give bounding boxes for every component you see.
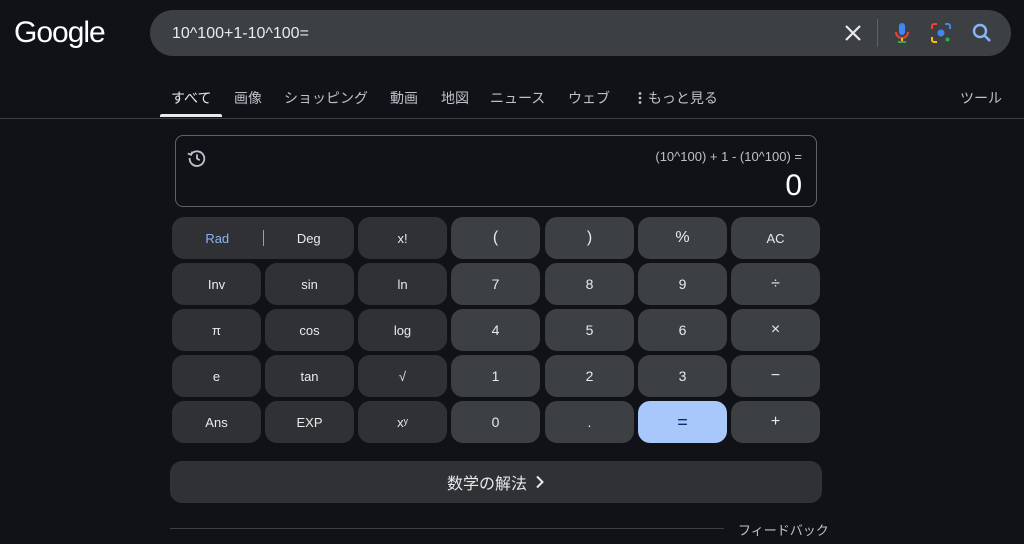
e-button[interactable]: e — [172, 355, 261, 397]
tab-more[interactable]: もっと見る — [636, 88, 718, 108]
more-vert-icon — [638, 92, 642, 104]
math-solver-label: 数学の解法 — [446, 476, 527, 493]
search-icon[interactable] — [970, 21, 994, 45]
tab-images[interactable]: 画像 — [234, 88, 262, 108]
search-input[interactable] — [170, 10, 814, 58]
decimal-button[interactable]: . — [545, 401, 634, 443]
clear-all-button[interactable]: AC — [731, 217, 820, 259]
microphone-icon[interactable] — [890, 21, 914, 45]
calculator-expression: (10^100) + 1 - (10^100) = — [655, 149, 802, 164]
digit-2-button[interactable]: 2 — [545, 355, 634, 397]
tab-more-label: もっと見る — [647, 90, 718, 106]
power-button[interactable]: xʸ — [358, 401, 447, 443]
cos-button[interactable]: cos — [265, 309, 354, 351]
ln-button[interactable]: ln — [358, 263, 447, 305]
tab-all[interactable]: すべて — [171, 88, 211, 108]
subtract-button[interactable]: − — [731, 355, 820, 397]
search-divider — [877, 19, 878, 47]
angle-mode-toggle[interactable]: Rad Deg — [172, 217, 354, 259]
digit-0-button[interactable]: 0 — [451, 401, 540, 443]
search-box[interactable] — [150, 10, 1011, 58]
calculator-result: 0 — [785, 169, 802, 202]
tools-button[interactable]: ツール — [960, 88, 1002, 108]
rad-button[interactable]: Rad — [172, 231, 263, 246]
math-solver-button[interactable]: 数学の解法 — [170, 461, 822, 503]
divide-button[interactable]: ÷ — [731, 263, 820, 305]
tab-videos[interactable]: 動画 — [390, 88, 418, 108]
log-button[interactable]: log — [358, 309, 447, 351]
active-tab-indicator — [160, 114, 222, 117]
feedback-divider — [170, 528, 724, 529]
digit-9-button[interactable]: 9 — [638, 263, 727, 305]
tab-web[interactable]: ウェブ — [568, 88, 610, 108]
history-icon[interactable] — [186, 147, 208, 169]
digit-3-button[interactable]: 3 — [638, 355, 727, 397]
tan-button[interactable]: tan — [265, 355, 354, 397]
tab-maps[interactable]: 地図 — [441, 88, 469, 108]
sin-button[interactable]: sin — [265, 263, 354, 305]
tab-shopping[interactable]: ショッピング — [284, 88, 368, 108]
equals-button[interactable]: = — [638, 401, 727, 443]
chevron-right-icon — [536, 475, 544, 489]
inverse-button[interactable]: Inv — [172, 263, 261, 305]
feedback-link[interactable]: フィードバック — [738, 520, 829, 539]
deg-button[interactable]: Deg — [264, 231, 355, 246]
digit-8-button[interactable]: 8 — [545, 263, 634, 305]
google-logo[interactable]: Google — [14, 16, 106, 50]
search-tabs: すべて 画像 ショッピング 動画 地図 ニュース ウェブ もっと見る ツール — [0, 78, 1024, 119]
digit-1-button[interactable]: 1 — [451, 355, 540, 397]
digit-5-button[interactable]: 5 — [545, 309, 634, 351]
digit-4-button[interactable]: 4 — [451, 309, 540, 351]
add-button[interactable]: + — [731, 401, 820, 443]
digit-7-button[interactable]: 7 — [451, 263, 540, 305]
answer-button[interactable]: Ans — [172, 401, 261, 443]
percent-button[interactable]: % — [638, 217, 727, 259]
exp-button[interactable]: EXP — [265, 401, 354, 443]
sqrt-button[interactable]: √ — [358, 355, 447, 397]
pi-button[interactable]: π — [172, 309, 261, 351]
left-paren-button[interactable]: ( — [451, 217, 540, 259]
multiply-button[interactable]: × — [731, 309, 820, 351]
lens-icon[interactable] — [929, 21, 953, 45]
factorial-button[interactable]: x! — [358, 217, 447, 259]
calculator-display: (10^100) + 1 - (10^100) = 0 — [175, 135, 817, 207]
digit-6-button[interactable]: 6 — [638, 309, 727, 351]
clear-icon[interactable] — [841, 21, 865, 45]
tab-news[interactable]: ニュース — [490, 88, 545, 108]
right-paren-button[interactable]: ) — [545, 217, 634, 259]
